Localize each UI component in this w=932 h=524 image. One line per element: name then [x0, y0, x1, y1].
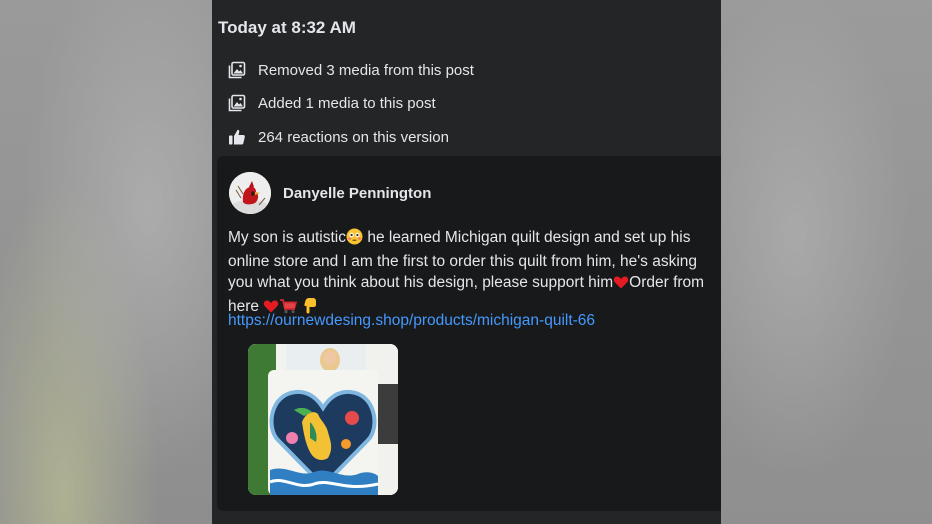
media-icon	[228, 61, 246, 79]
history-item-label: Removed 3 media from this post	[258, 61, 474, 79]
history-item-label: Added 1 media to this post	[258, 94, 436, 112]
history-item-label: 264 reactions on this version	[258, 128, 449, 146]
history-item-added-media: Added 1 media to this post	[228, 92, 436, 114]
blurred-background-right	[721, 0, 932, 524]
quilt-photo[interactable]	[248, 344, 398, 495]
post-version-card: Danyelle Pennington My son is autistic h…	[217, 156, 721, 511]
edit-history-panel: Today at 8:32 AM Removed 3 media from th…	[212, 0, 721, 524]
post-author-name[interactable]: Danyelle Pennington	[283, 185, 431, 202]
media-icon	[228, 94, 246, 112]
flushed-face-icon	[346, 228, 363, 251]
post-body-text: My son is autistic he learned Michigan q…	[228, 227, 720, 320]
post-external-link[interactable]: https://ournewdesing.shop/products/michi…	[228, 312, 595, 330]
blurred-background-left	[0, 0, 212, 524]
history-item-removed-media: Removed 3 media from this post	[228, 59, 474, 81]
red-heart-icon	[613, 274, 629, 296]
history-item-reactions: 264 reactions on this version	[228, 126, 449, 148]
post-text-part: My son is autistic	[228, 229, 347, 246]
avatar[interactable]	[229, 172, 271, 214]
like-icon	[228, 128, 246, 146]
version-timestamp: Today at 8:32 AM	[218, 18, 356, 37]
